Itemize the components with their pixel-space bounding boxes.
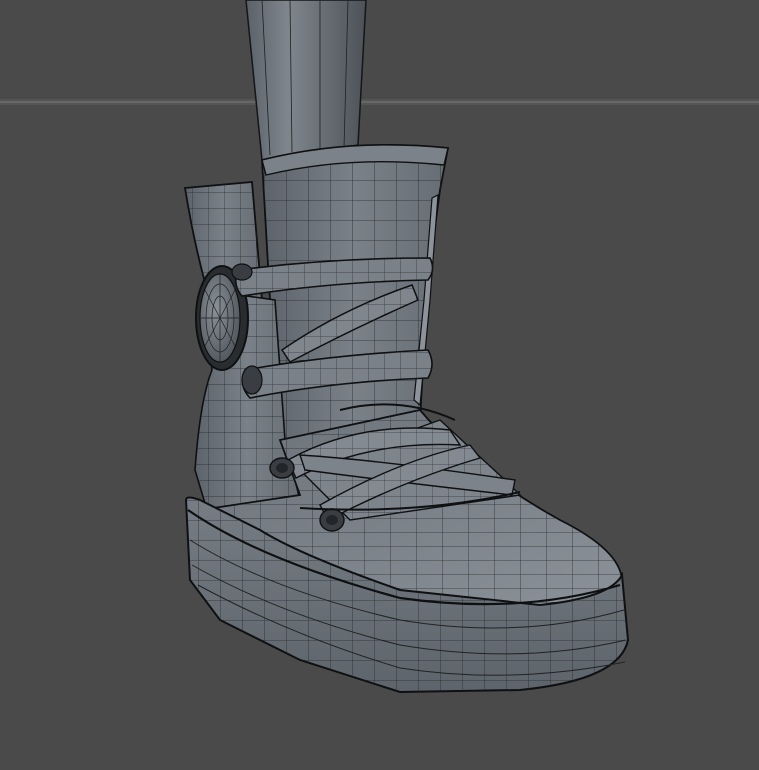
viewport-canvas[interactable] <box>0 0 759 770</box>
3d-viewport[interactable] <box>0 0 759 770</box>
leg-mesh[interactable] <box>245 0 367 161</box>
boot-shaft[interactable] <box>261 143 450 442</box>
